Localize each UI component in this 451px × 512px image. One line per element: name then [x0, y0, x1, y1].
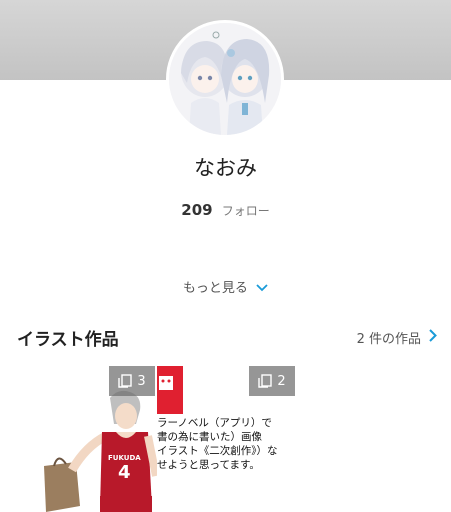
- page-count: 2: [277, 373, 286, 389]
- page-count-badge: 3: [109, 366, 155, 396]
- work-text-preview: ラーノベル（アプリ）で 書の為に書いた）画像イラスト《二次創作》）な せようと思って…: [157, 416, 296, 472]
- follow-stats[interactable]: 209 フォロー: [0, 200, 451, 219]
- follow-count: 209: [181, 201, 213, 219]
- work-text-line: イラスト《二次創作》）な: [157, 445, 278, 457]
- work-thumbnail-2[interactable]: ラーノベル（アプリ）で 書の為に書いた）画像イラスト《二次創作》）な せようと思って…: [157, 366, 296, 512]
- page-count-badge: 2: [249, 366, 295, 396]
- logo-block: [157, 366, 183, 414]
- profile-avatar[interactable]: [166, 20, 284, 138]
- jersey-name: FUKUDA: [108, 454, 141, 462]
- chevron-down-icon: [256, 281, 268, 296]
- show-more-label: もっと見る: [182, 281, 248, 296]
- work-thumbnail-1[interactable]: FUKUDA 4 3: [16, 366, 157, 512]
- all-works-link[interactable]: 2 件の作品: [357, 328, 437, 347]
- work-text-line: 書の為に書いた）画像: [157, 431, 262, 443]
- jersey-number: 4: [118, 462, 131, 483]
- works-count-label: 2 件の作品: [356, 332, 421, 347]
- follow-label: フォロー: [221, 204, 270, 218]
- page-count: 3: [137, 373, 146, 389]
- chevron-right-icon: [429, 329, 437, 346]
- section-title: イラスト作品: [17, 330, 119, 350]
- show-more-button[interactable]: もっと見る: [0, 277, 451, 296]
- profile-username: なおみ: [194, 156, 257, 180]
- work-text-line: せようと思ってます。: [157, 459, 260, 471]
- pages-icon: [118, 374, 133, 388]
- pages-icon: [258, 374, 273, 388]
- work-text-line: ラーノベル（アプリ）で: [157, 417, 272, 429]
